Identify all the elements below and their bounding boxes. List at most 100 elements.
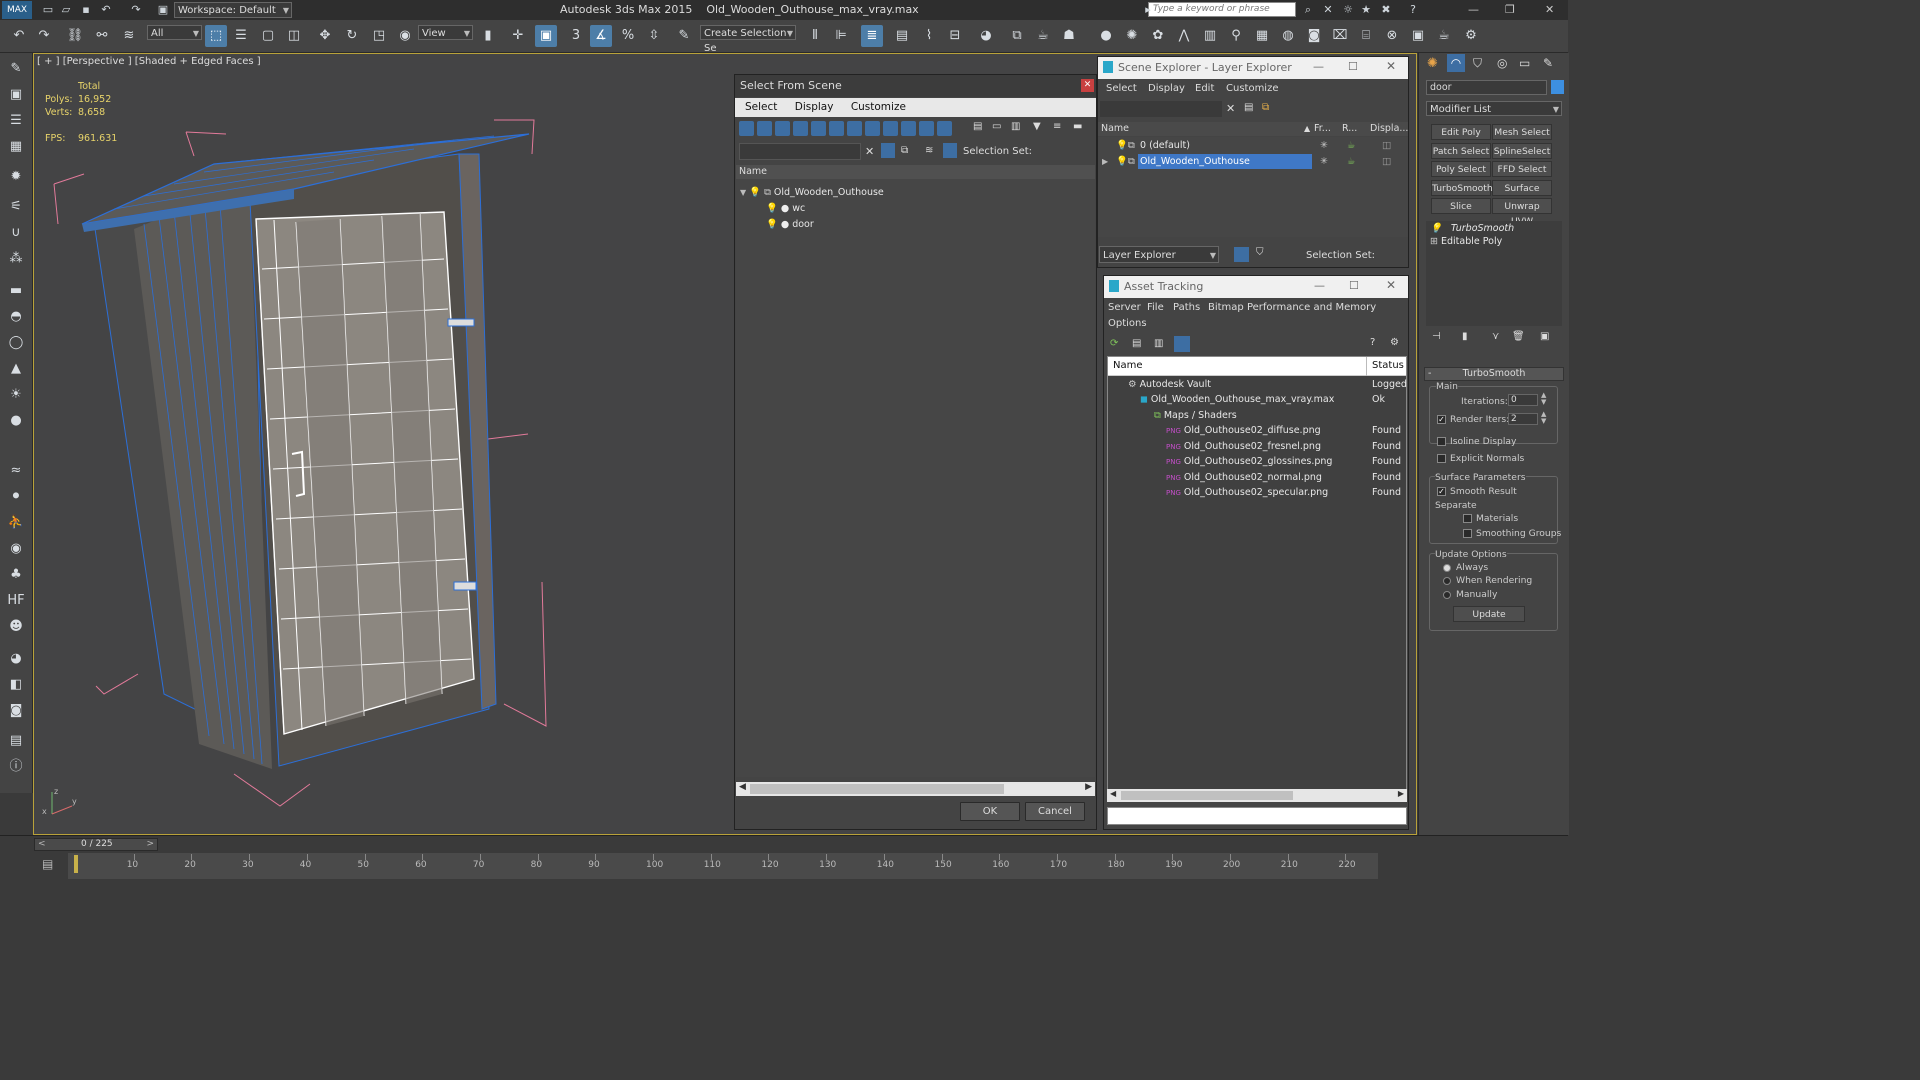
find-case-icon[interactable]: ≡ (1053, 121, 1061, 132)
mirror-icon[interactable]: ⫴ (804, 25, 826, 47)
layer-toggle-icon[interactable] (1234, 247, 1249, 262)
menu-paths[interactable]: Paths (1173, 302, 1200, 313)
help-icon[interactable]: ? (1405, 2, 1421, 18)
rendered-frame-icon[interactable]: ☕ (1032, 25, 1054, 47)
link-icon[interactable]: ⛓ (64, 25, 86, 47)
rotate-icon[interactable]: ↻ (341, 25, 363, 47)
display-icon[interactable]: ◫ (1382, 138, 1391, 153)
sliders-icon[interactable]: ⚟ (6, 197, 26, 217)
scene-explorer-find-input[interactable] (1100, 101, 1222, 117)
menu-options[interactable]: Options (1108, 318, 1147, 329)
project-icon[interactable]: ▣ (155, 2, 171, 18)
select-object-icon[interactable]: ⬚ (205, 25, 227, 47)
unlink-icon[interactable]: ⚯ (91, 25, 113, 47)
vray-tool-icon[interactable]: ◙ (6, 701, 26, 721)
undo-small-icon[interactable]: ↶ (98, 2, 114, 18)
render-iters-input[interactable]: 2 (1508, 413, 1538, 425)
display-cameras-icon[interactable] (793, 121, 808, 136)
pivot-center-icon[interactable]: ▮ (477, 25, 499, 47)
tree-item-outhouse[interactable]: ▼ 💡 ⧉ Old_Wooden_Outhouse (740, 185, 884, 200)
display-xrefs-icon[interactable] (865, 121, 880, 136)
time-cursor[interactable] (74, 855, 78, 873)
turbosmooth-rollout-header[interactable]: - TurboSmooth (1424, 367, 1564, 381)
display-warps-icon[interactable] (829, 121, 844, 136)
display-frozen-icon[interactable] (919, 121, 934, 136)
redo-small-icon[interactable]: ↷ (128, 2, 144, 18)
scale-icon[interactable]: ◳ (368, 25, 390, 47)
display-geometry-icon[interactable] (739, 121, 754, 136)
mesh-select-button[interactable]: Mesh Select (1492, 124, 1552, 140)
align-icon[interactable]: ⊫ (830, 25, 852, 47)
search-input[interactable]: Type a keyword or phrase (1148, 2, 1296, 17)
book-icon[interactable]: ▥ (1199, 25, 1221, 47)
menu-select[interactable]: Select (745, 101, 777, 113)
collapse-icon[interactable]: ▬ (1073, 121, 1082, 132)
schematic-view-icon[interactable]: ⊟ (944, 25, 966, 47)
export-icon[interactable]: ⊗ (1381, 25, 1403, 47)
select-manipulate-icon[interactable]: ✛ (507, 25, 529, 47)
menu-file[interactable]: File (1147, 302, 1164, 313)
globe-icon[interactable]: ◉ (6, 539, 26, 559)
iterations-spinner[interactable]: ▲ ▼ (1541, 392, 1546, 406)
column-render[interactable]: R... (1342, 122, 1357, 136)
modify-tab-icon[interactable]: ◠ (1447, 54, 1465, 72)
close-icon[interactable]: ✕ (1386, 278, 1396, 292)
menu-customize[interactable]: Customize (1226, 83, 1279, 94)
render-iters-spinner[interactable]: ▲ ▼ (1541, 411, 1546, 425)
ball-icon[interactable]: ● (6, 411, 26, 431)
slice-button[interactable]: Slice (1431, 198, 1491, 214)
close-x-icon[interactable]: ✖ (1378, 2, 1394, 18)
minimize-icon[interactable]: — (1313, 60, 1324, 73)
display-helpers-icon[interactable] (811, 121, 826, 136)
smooth-result-checkbox[interactable]: ✓ (1437, 487, 1446, 496)
render-teapot-icon[interactable]: ☕ (1347, 138, 1356, 153)
show-end-result-icon[interactable]: ▮ (1462, 331, 1468, 342)
ok-button[interactable]: OK (960, 802, 1020, 821)
app-logo[interactable]: MAX (2, 1, 32, 19)
iterations-input[interactable]: 0 (1508, 394, 1538, 406)
scroll-right-icon[interactable]: ▶ (1085, 782, 1092, 792)
new-file-icon[interactable]: ▭ (40, 2, 56, 18)
render-setup-icon[interactable]: ⧉ (1006, 25, 1028, 47)
light-icon[interactable]: ● (1095, 25, 1117, 47)
curve-editor-icon[interactable]: ⌇ (918, 25, 940, 47)
help-icon[interactable]: ? (1370, 337, 1375, 348)
light-on-icon[interactable]: 💡 (1430, 223, 1442, 234)
circle-icon[interactable]: ◯ (6, 333, 26, 353)
dome-icon[interactable]: ◓ (6, 307, 26, 327)
list-icon[interactable]: ☰ (6, 111, 26, 131)
column-name[interactable]: Name (1113, 357, 1143, 375)
asset-row-fresnel[interactable]: PNG Old_Outhouse02_fresnel.png (1166, 439, 1321, 454)
clear-find-icon[interactable]: ✕ (1226, 102, 1235, 115)
light-on-icon[interactable]: 💡 (749, 187, 761, 198)
grass-icon[interactable]: ♣ (6, 565, 26, 585)
hf-icon[interactable]: HF (6, 591, 26, 611)
expand-plus-icon[interactable]: ⊞ (1430, 236, 1438, 247)
light-on-icon[interactable]: 💡 (766, 219, 778, 230)
pin-stack-icon[interactable]: ⊣ (1432, 331, 1441, 342)
object-name-input[interactable]: door (1426, 80, 1547, 95)
teapot-icon[interactable]: ☕ (1433, 25, 1455, 47)
align-tool-icon[interactable]: ◧ (6, 675, 26, 695)
update-button[interactable]: Update (1453, 606, 1525, 622)
select-by-name-icon[interactable]: ☰ (230, 25, 252, 47)
render-teapot-icon[interactable]: ☕ (1347, 154, 1356, 169)
add-to-layer-icon[interactable]: ⧉ (1262, 102, 1269, 113)
emitter-icon[interactable]: ⚫ (6, 487, 26, 507)
gear-icon[interactable]: ⚙ (1460, 25, 1482, 47)
explicit-normals-checkbox[interactable] (1437, 454, 1446, 463)
fur-icon[interactable]: ⋀ (1173, 25, 1195, 47)
tree-item-wc[interactable]: 💡 ● wc (766, 201, 805, 216)
list-view-icon[interactable]: ▤ (1132, 338, 1141, 349)
selection-filter-dropdown[interactable]: All ▼ (147, 25, 202, 40)
find-input[interactable] (739, 143, 861, 160)
window-crossing-icon[interactable]: ◫ (283, 25, 305, 47)
viewport-label[interactable]: [ + ] [Perspective ] [Shaded + Edged Fac… (37, 56, 261, 67)
minimize-icon[interactable]: — (1468, 3, 1479, 16)
tools-icon[interactable]: ✕ (1320, 2, 1336, 18)
sphere-tool-icon[interactable]: ◕ (6, 649, 26, 669)
sphere-icon[interactable]: ◍ (1277, 25, 1299, 47)
cylinder-icon[interactable]: ▦ (1251, 25, 1273, 47)
layer-row-outhouse[interactable]: ▶ 💡 ⧉ Old_Wooden_Outhouse ✳ ☕ ◫ (1098, 154, 1408, 169)
scrollbar-thumb[interactable] (750, 784, 1004, 794)
